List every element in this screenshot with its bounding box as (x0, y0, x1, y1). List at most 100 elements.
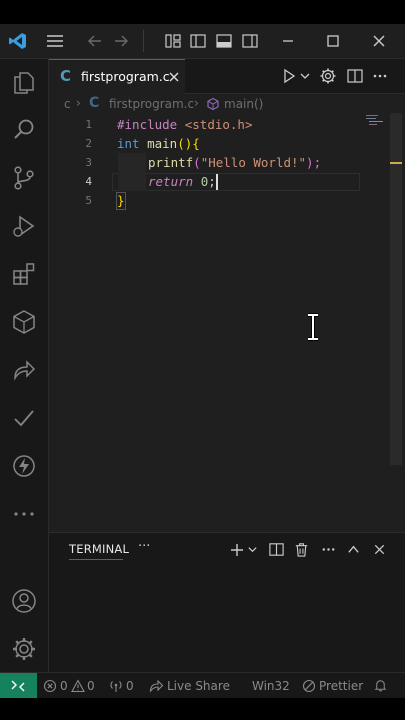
title-bar (0, 24, 405, 59)
run-file-icon[interactable] (281, 68, 297, 84)
minimize-icon[interactable] (278, 31, 298, 51)
bracket: (){ (177, 136, 200, 151)
function-name: main (147, 136, 178, 151)
line-number: 1 (85, 118, 92, 131)
prettier-label[interactable]: Prettier (319, 679, 363, 693)
code-line-5[interactable]: } (117, 193, 125, 208)
panel-more-tabs[interactable]: ··· (138, 539, 150, 554)
errors-icon[interactable] (43, 679, 57, 693)
breadcrumb-chevron-icon: › (76, 96, 81, 110)
close-window-icon[interactable] (369, 31, 389, 51)
code-line-3[interactable]: printf("Hello World!"); (148, 155, 321, 170)
thunder-client-icon[interactable] (10, 452, 38, 480)
prettier-disabled-icon[interactable] (302, 679, 316, 693)
bracket: ); (306, 155, 322, 170)
status-bar: 0 0 0 Live Share Win32 Prettier (0, 672, 405, 699)
indent-guide (118, 153, 146, 172)
breadcrumb: c › C firstprogram.c › main() (64, 95, 364, 114)
customize-layout-icon[interactable] (163, 31, 183, 51)
remote-indicator-icon (11, 680, 25, 692)
code-line-2[interactable]: int main(){ (117, 136, 200, 151)
testing-check-icon[interactable] (10, 404, 38, 432)
type-keyword: int (117, 136, 140, 151)
editor-settings-gear-icon[interactable] (319, 67, 337, 85)
warnings-icon[interactable] (71, 679, 85, 693)
editor-more-actions-icon[interactable] (371, 67, 389, 85)
more-views-icon[interactable] (10, 500, 38, 528)
settings-gear-icon[interactable] (10, 635, 38, 663)
tab-firstprogram[interactable]: C firstprogram.c (49, 59, 185, 94)
toggle-secondary-sidebar-icon[interactable] (240, 31, 260, 51)
terminal-dropdown-chevron-icon[interactable] (247, 544, 258, 555)
editor-scrollbar[interactable] (390, 113, 402, 465)
live-share-status-icon[interactable] (149, 679, 164, 693)
maximize-panel-chevron-up-icon[interactable] (346, 542, 361, 557)
terminal-tab-underline (69, 559, 123, 560)
line-number: 2 (85, 137, 92, 150)
indent-guide (118, 172, 146, 191)
run-debug-icon[interactable] (10, 212, 38, 240)
close-tab-icon[interactable] (167, 70, 181, 84)
errors-count[interactable]: 0 (60, 679, 68, 693)
title-divider (143, 30, 144, 52)
code-line-1[interactable]: #include <stdio.h> (117, 117, 252, 132)
line-number: 3 (85, 156, 92, 169)
close-panel-icon[interactable] (372, 542, 387, 557)
scrollbar-cursor-marker (390, 162, 402, 164)
mouse-ibeam-cursor-icon (308, 313, 318, 341)
live-share-icon[interactable] (10, 356, 38, 384)
cube-extension-icon[interactable] (10, 308, 38, 336)
explorer-icon[interactable] (10, 68, 38, 96)
minimap[interactable] (364, 113, 388, 127)
source-control-icon[interactable] (10, 164, 38, 192)
text-cursor (216, 174, 218, 190)
include-directive: #include (117, 117, 178, 132)
breadcrumb-c-file-icon: C (89, 95, 100, 111)
bottom-black-bar (0, 698, 405, 720)
panel-more-actions-icon[interactable] (320, 541, 337, 558)
function-symbol-icon (207, 97, 219, 111)
bracket: ( (193, 155, 201, 170)
toggle-primary-sidebar-icon[interactable] (188, 31, 208, 51)
ports-antenna-icon[interactable] (109, 679, 123, 693)
panel: TERMINAL ··· (49, 532, 405, 673)
remote-button[interactable] (0, 673, 37, 699)
extensions-icon[interactable] (10, 260, 38, 288)
string-literal: "Hello World!" (200, 155, 307, 170)
live-share-label[interactable]: Live Share (167, 679, 230, 693)
warnings-count[interactable]: 0 (87, 679, 95, 693)
new-terminal-plus-icon[interactable] (229, 542, 245, 558)
forward-arrow-icon[interactable] (111, 31, 131, 51)
toggle-panel-icon[interactable] (214, 31, 234, 51)
menu-icon[interactable] (45, 31, 65, 51)
function-call: printf (148, 155, 194, 170)
top-black-bar (0, 0, 405, 24)
kill-terminal-trash-icon[interactable] (293, 541, 310, 558)
code-line-4[interactable]: return 0; (148, 174, 216, 189)
run-dropdown-chevron-icon[interactable] (299, 70, 311, 82)
search-icon[interactable] (10, 116, 38, 144)
split-terminal-icon[interactable] (268, 541, 285, 558)
vscode-logo-icon[interactable] (8, 31, 28, 51)
split-editor-icon[interactable] (346, 67, 364, 85)
breadcrumb-file[interactable]: firstprogram.c (109, 97, 194, 111)
breadcrumb-folder[interactable]: c (64, 97, 71, 111)
bracket: } (117, 193, 125, 208)
line-number-active: 4 (85, 175, 92, 188)
platform-label[interactable]: Win32 (252, 679, 290, 693)
breadcrumb-chevron-icon: › (194, 96, 199, 110)
maximize-icon[interactable] (323, 31, 343, 51)
semicolon: ; (208, 174, 216, 189)
breadcrumb-symbol[interactable]: main() (224, 97, 263, 111)
include-header: <stdio.h> (184, 117, 253, 132)
ports-count[interactable]: 0 (126, 679, 134, 693)
notifications-bell-icon[interactable] (373, 678, 388, 693)
back-arrow-icon[interactable] (85, 31, 105, 51)
activity-bar (0, 59, 49, 672)
line-number: 5 (85, 194, 92, 207)
tab-terminal[interactable]: TERMINAL (69, 542, 129, 556)
tab-label: firstprogram.c (81, 69, 170, 84)
c-file-icon: C (60, 67, 72, 85)
return-keyword: return (148, 174, 194, 189)
accounts-icon[interactable] (10, 587, 38, 615)
